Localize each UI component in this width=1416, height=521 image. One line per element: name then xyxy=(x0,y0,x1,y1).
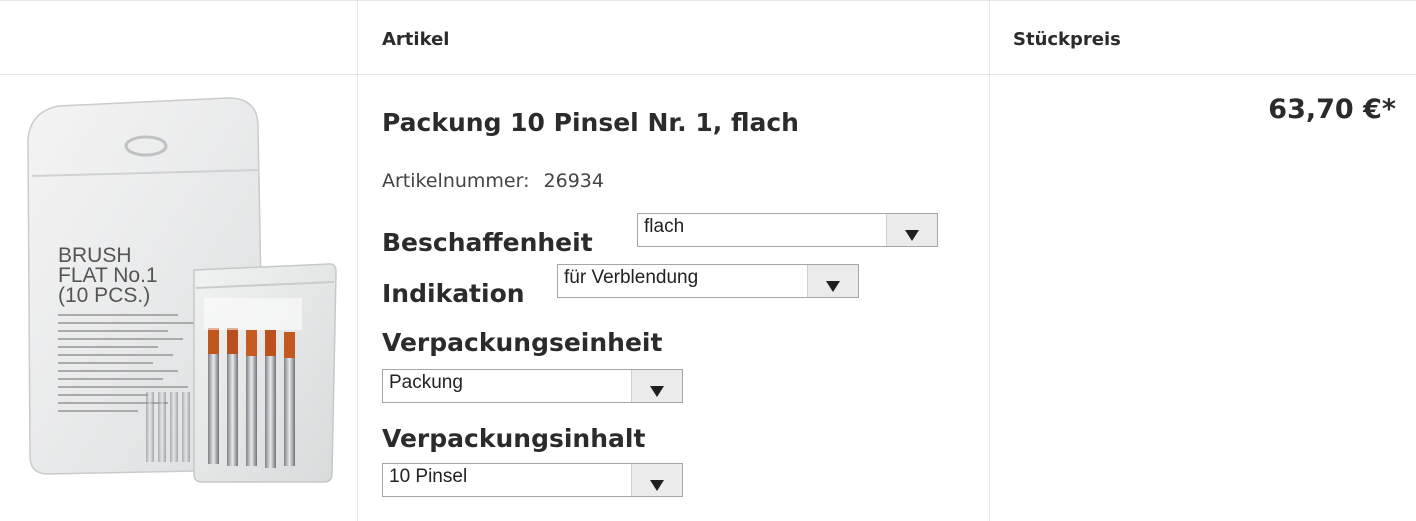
column-header-unit-price: Stückpreis xyxy=(1013,29,1121,50)
product-title[interactable]: Packung 10 Pinsel Nr. 1, flach xyxy=(382,108,799,137)
option-label-indikation: Indikation xyxy=(382,279,525,308)
select-verpackungseinheit[interactable]: Packung xyxy=(382,369,683,403)
chevron-down-icon xyxy=(826,281,840,292)
dropdown-button[interactable] xyxy=(886,214,937,246)
select-verpackungsinhalt[interactable]: 10 Pinsel xyxy=(382,463,683,497)
table-header xyxy=(0,0,1416,75)
cart-table: Artikel Stückpreis BRUSH FLAT No.1 (10 P… xyxy=(0,0,1416,521)
select-value: Packung xyxy=(389,372,463,393)
product-image[interactable]: BRUSH FLAT No.1 (10 PCS.) xyxy=(18,92,340,484)
select-beschaffenheit[interactable]: flach xyxy=(637,213,938,247)
select-value: für Verblendung xyxy=(564,267,699,288)
option-label-verpackungseinheit: Verpackungseinheit xyxy=(382,328,663,357)
column-divider xyxy=(357,0,358,521)
svg-text:(10 PCS.): (10 PCS.) xyxy=(58,284,150,307)
select-indikation[interactable]: für Verblendung xyxy=(557,264,859,298)
option-label-verpackungsinhalt: Verpackungsinhalt xyxy=(382,424,646,453)
chevron-down-icon xyxy=(905,230,919,241)
unit-price: 63,70 €* xyxy=(1268,94,1396,125)
select-value: flach xyxy=(644,216,685,237)
dropdown-button[interactable] xyxy=(631,370,682,402)
article-number: Artikelnummer: 26934 xyxy=(382,170,604,192)
chevron-down-icon xyxy=(650,386,664,397)
article-number-value: 26934 xyxy=(543,170,604,192)
dropdown-button[interactable] xyxy=(807,265,858,297)
column-divider xyxy=(989,0,990,521)
column-header-article: Artikel xyxy=(382,29,450,50)
chevron-down-icon xyxy=(650,480,664,491)
dropdown-button[interactable] xyxy=(631,464,682,496)
option-label-beschaffenheit: Beschaffenheit xyxy=(382,228,593,257)
select-value: 10 Pinsel xyxy=(389,466,468,487)
article-number-label: Artikelnummer: xyxy=(382,170,530,192)
